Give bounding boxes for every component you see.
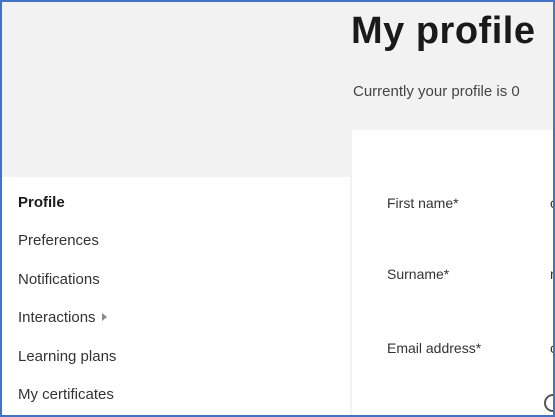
profile-form-card: First name* c Surname* r Email address* … xyxy=(352,130,553,415)
nav-item-label: Learning plans xyxy=(18,348,117,365)
screenshot-frame: Profile Preferences Notifications Intera… xyxy=(0,0,555,417)
nav-item-learning-plans[interactable]: Learning plans xyxy=(18,348,116,365)
nav-item-label: Preferences xyxy=(18,232,99,249)
nav-item-my-certificates[interactable]: My certificates xyxy=(18,386,114,403)
profile-completion-text: Currently your profile is 0 xyxy=(353,83,520,100)
nav-item-label: Profile xyxy=(18,194,65,211)
caret-right-icon xyxy=(101,313,107,321)
surname-field[interactable]: r xyxy=(550,266,553,282)
first-name-field[interactable]: c xyxy=(550,195,553,211)
email-address-field[interactable]: c xyxy=(550,340,553,356)
nav-item-interactions[interactable]: Interactions xyxy=(18,309,107,326)
sidebar-header-area xyxy=(2,2,350,177)
email-address-label: Email address* xyxy=(387,340,482,356)
nav-item-preferences[interactable]: Preferences xyxy=(18,232,99,249)
help-circle-icon[interactable] xyxy=(544,394,553,412)
first-name-label: First name* xyxy=(387,195,459,211)
page-title: My profile xyxy=(351,10,536,52)
nav-item-label: Interactions xyxy=(18,309,96,326)
nav-item-label: Notifications xyxy=(18,271,100,288)
surname-label: Surname* xyxy=(387,266,450,282)
nav-item-notifications[interactable]: Notifications xyxy=(18,271,100,288)
nav-item-profile[interactable]: Profile xyxy=(18,194,65,211)
profile-nav: Profile Preferences Notifications Intera… xyxy=(2,177,350,415)
nav-item-label: My certificates xyxy=(18,386,114,403)
